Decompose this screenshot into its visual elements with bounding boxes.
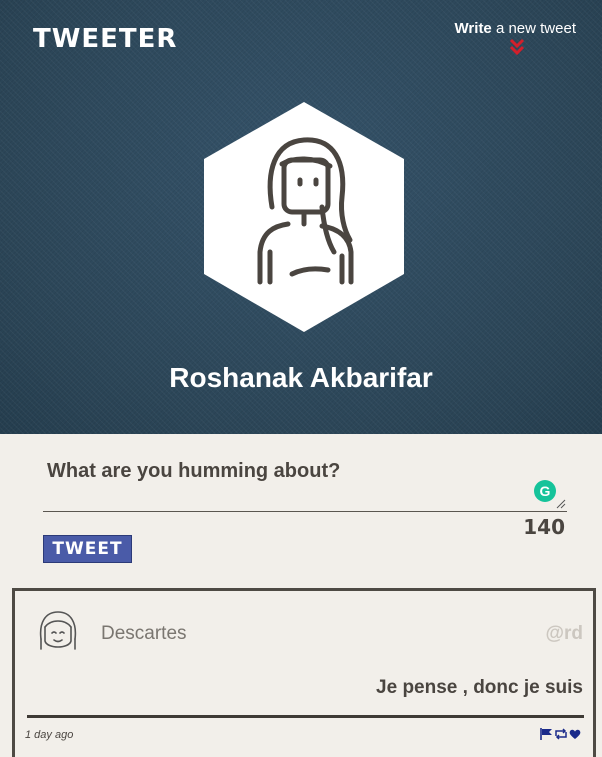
profile-name: Roshanak Akbarifar: [169, 362, 433, 393]
tweet-card: Descartes @rd Je pense , donc je suis 1 …: [12, 588, 596, 757]
tweet-divider: [27, 715, 584, 718]
tweet-author-handle[interactable]: @rd: [545, 623, 583, 645]
write-new-tweet-link[interactable]: Write a new tweet: [455, 20, 576, 37]
grammarly-icon[interactable]: G: [534, 480, 556, 502]
user-avatar-icon: [39, 611, 77, 650]
profile-header: TWEETER Write a new tweet Roshanak Akbar…: [0, 0, 602, 434]
compose-box: [43, 452, 567, 512]
tweet-button[interactable]: TWEET: [43, 535, 132, 563]
resize-grip-icon[interactable]: [556, 499, 566, 509]
write-link-text: a new tweet: [491, 20, 576, 37]
heart-icon[interactable]: [569, 727, 581, 745]
flag-icon[interactable]: [540, 727, 553, 745]
tweet-timestamp: 1 day ago: [25, 729, 74, 741]
profile-avatar: [204, 102, 404, 332]
tweet-author-name[interactable]: Descartes: [101, 623, 187, 645]
write-link-bold: Write: [454, 20, 492, 37]
tweet-text: Je pense , donc je suis: [376, 677, 583, 698]
compose-input[interactable]: [43, 452, 567, 511]
retweet-icon[interactable]: [554, 727, 568, 745]
tweet-actions: [540, 727, 581, 745]
char-count: 140: [523, 515, 565, 539]
double-chevron-down-icon[interactable]: [508, 38, 526, 56]
app-logo[interactable]: TWEETER: [33, 24, 177, 54]
